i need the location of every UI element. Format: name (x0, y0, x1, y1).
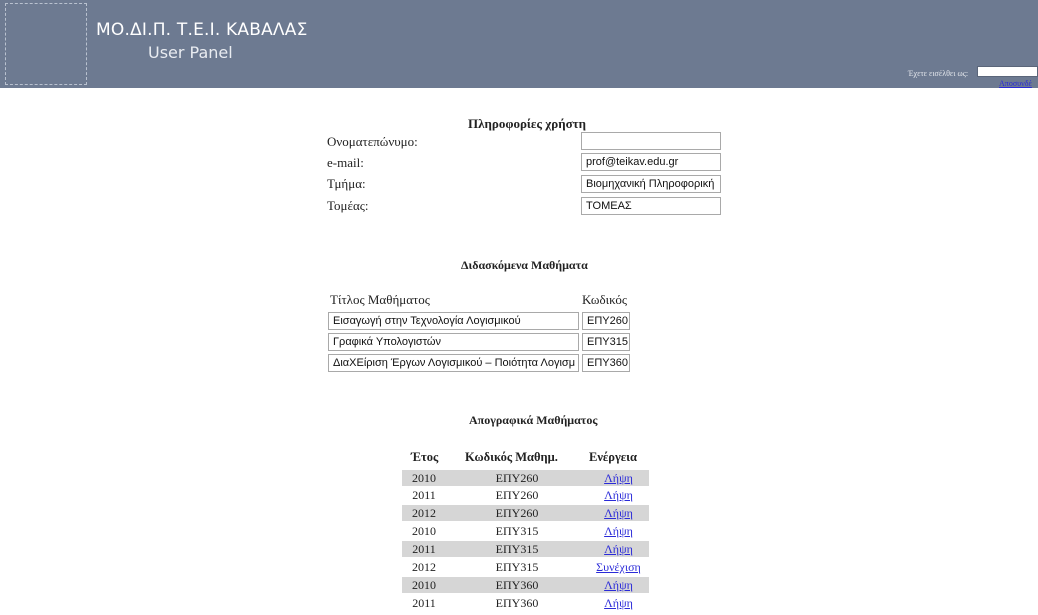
year-cell: 2010 (412, 471, 436, 485)
course-title-header: Τίτλος Μαθήματος (330, 292, 430, 307)
code-cell: ΕΠΥ260 (495, 488, 539, 502)
course-code-field[interactable]: ΕΠΥ260 (582, 312, 630, 330)
year-cell: 2010 (412, 524, 436, 538)
code-cell: ΕΠΥ260 (495, 506, 539, 520)
table-row: 2011 ΕΠΥ360 Λήψη (402, 595, 649, 611)
continue-link[interactable]: Συνέχιση (588, 559, 649, 575)
code-cell: ΕΠΥ360 (495, 596, 539, 610)
table-row: 2010 ΕΠΥ260 Λήψη (402, 470, 649, 486)
course-title-field[interactable]: Εισαγωγή στην Τεχνολογία Λογισμικού (328, 312, 579, 330)
code-cell: ΕΠΥ315 (495, 542, 539, 556)
year-column-header: Έτος (411, 450, 439, 464)
code-cell: ΕΠΥ315 (495, 524, 539, 538)
fullname-field[interactable] (581, 132, 721, 150)
site-title: ΜΟ.ΔΙ.Π. Τ.Ε.Ι. ΚΑΒΑΛΑΣ (96, 20, 308, 40)
download-link[interactable]: Λήψη (588, 595, 649, 611)
table-row: 2010 ΕΠΥ360 Λήψη (402, 577, 649, 593)
records-title: Απογραφικά Μαθήματος (469, 413, 598, 427)
user-info-title: Πληροφορίες χρήστη (468, 116, 587, 131)
department-label: Τμήμα: (327, 176, 366, 191)
year-cell: 2012 (412, 506, 436, 520)
code-cell: ΕΠΥ260 (495, 471, 539, 485)
email-field[interactable]: prof@teikav.edu.gr (581, 153, 721, 171)
email-label: e-mail: (327, 155, 364, 170)
download-link[interactable]: Λήψη (588, 470, 649, 486)
logged-in-label: Έχετε εισέλθει ως: (908, 69, 969, 78)
table-row: 2011 ΕΠΥ260 Λήψη (402, 487, 649, 503)
sector-field[interactable]: ΤΟΜΕΑΣ (581, 197, 721, 215)
table-row: 2011 ΕΠΥ315 Λήψη (402, 541, 649, 557)
code-cell: ΕΠΥ315 (495, 560, 539, 574)
download-link[interactable]: Λήψη (588, 577, 649, 593)
table-row: 2012 ΕΠΥ315 Συνέχιση (402, 559, 649, 575)
course-code-header: Κωδικός (582, 292, 627, 307)
year-cell: 2012 (412, 560, 436, 574)
course-code-column-header: Κωδικός Μαθημ. (465, 450, 558, 464)
course-title-field[interactable]: ΔιαΧΕίριση Έργων Λογισμικού – Ποιότητα Λ… (328, 354, 579, 372)
year-cell: 2011 (412, 596, 436, 610)
download-link[interactable]: Λήψη (588, 523, 649, 539)
course-title-field[interactable]: Γραφικά Υπολογιστών (328, 333, 579, 351)
year-cell: 2011 (412, 488, 436, 502)
logged-in-user-field[interactable] (977, 66, 1038, 77)
code-cell: ΕΠΥ360 (495, 578, 539, 592)
action-column-header: Ενέργεια (589, 450, 637, 464)
sector-label: Τομέας: (327, 198, 369, 213)
top-header: ΜΟ.ΔΙ.Π. Τ.Ε.Ι. ΚΑΒΑΛΑΣ User Panel Έχετε… (0, 0, 1038, 88)
year-cell: 2011 (412, 542, 436, 556)
course-code-field[interactable]: ΕΠΥ315 (582, 333, 630, 351)
department-field[interactable]: Βιομηχανική Πληροφορική (581, 175, 721, 193)
table-row: 2010 ΕΠΥ315 Λήψη (402, 523, 649, 539)
download-link[interactable]: Λήψη (588, 541, 649, 557)
year-cell: 2010 (412, 578, 436, 592)
course-code-field[interactable]: ΕΠΥ360 (582, 354, 630, 372)
logout-link[interactable]: Αποσυνδέ (999, 79, 1032, 88)
courses-title: Διδασκόμενα Μαθήματα (461, 258, 588, 272)
fullname-label: Ονοματεπώνυμο: (327, 134, 418, 149)
site-subtitle: User Panel (148, 43, 233, 62)
download-link[interactable]: Λήψη (588, 487, 649, 503)
table-row: 2012 ΕΠΥ260 Λήψη (402, 505, 649, 521)
download-link[interactable]: Λήψη (588, 505, 649, 521)
university-logo (5, 3, 87, 85)
